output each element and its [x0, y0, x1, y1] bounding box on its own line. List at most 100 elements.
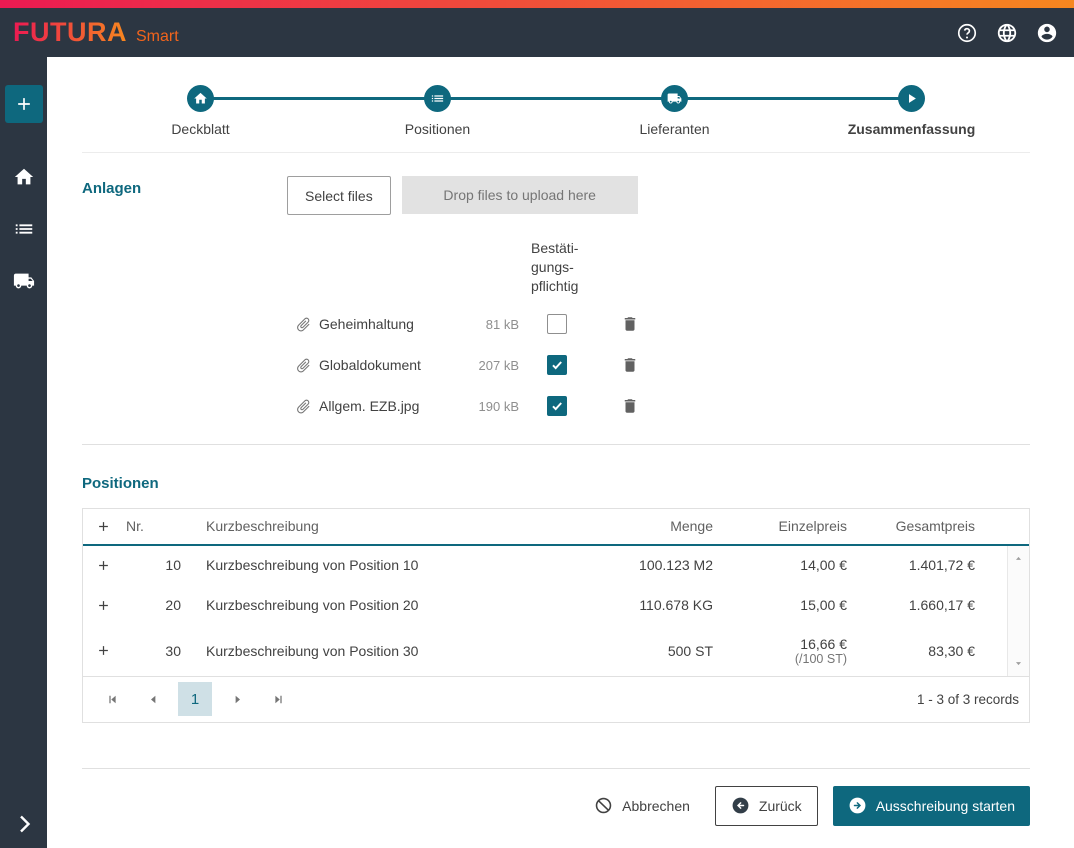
arrow-left-circle-icon: [731, 796, 750, 815]
position-total-price: 83,30 €: [879, 643, 1007, 659]
delete-attachment-button[interactable]: [621, 397, 639, 415]
sidebar-item-suppliers[interactable]: [9, 267, 39, 295]
column-header-quantity[interactable]: Menge: [595, 518, 745, 534]
expand-row-button[interactable]: [96, 558, 111, 573]
person-icon: [1036, 22, 1058, 44]
attachment-row: Geheimhaltung 81 kB: [295, 304, 1030, 345]
sidebar-item-positions[interactable]: [9, 215, 39, 243]
submit-label: Ausschreibung starten: [876, 798, 1015, 814]
help-button[interactable]: [956, 22, 978, 44]
position-nr: 20: [123, 597, 187, 613]
attachment-list: Bestäti- gungs- pflichtig Geheimhaltung …: [295, 239, 1030, 427]
confirm-required-checkbox[interactable]: [547, 396, 567, 416]
position-quantity: 500 ST: [595, 643, 745, 659]
app-logo: FUTURA: [13, 17, 127, 48]
position-row: 30 Kurzbeschreibung von Position 30 500 …: [83, 626, 1007, 676]
select-files-button[interactable]: Select files: [287, 176, 391, 215]
sidebar-nav: [9, 163, 39, 295]
truck-icon: [667, 91, 682, 106]
paperclip-icon: [295, 316, 319, 333]
truck-icon: [13, 270, 35, 292]
attachments-section: Anlagen Select files Drop files to uploa…: [82, 176, 1030, 427]
attachment-row: Globaldokument 207 kB: [295, 345, 1030, 386]
sidebar: [0, 57, 47, 848]
position-nr: 30: [123, 643, 187, 659]
home-icon: [13, 166, 35, 188]
brand-gradient-strip: [0, 0, 1074, 8]
sidebar-item-new[interactable]: [5, 85, 43, 123]
confirm-required-column-header: Bestäti- gungs- pflichtig: [519, 239, 595, 296]
arrow-right-circle-icon: [848, 796, 867, 815]
attachment-name: Globaldokument: [319, 357, 459, 373]
position-nr: 10: [123, 557, 187, 573]
stepper-divider: [82, 152, 1030, 153]
step-label: Lieferanten: [639, 121, 709, 137]
step-label: Zusammenfassung: [848, 121, 976, 137]
step-label: Deckblatt: [171, 121, 229, 137]
delete-attachment-button[interactable]: [621, 356, 639, 374]
stepper-step-deckblatt[interactable]: Deckblatt: [82, 85, 319, 137]
stepper-step-lieferanten[interactable]: Lieferanten: [556, 85, 793, 137]
back-label: Zurück: [759, 798, 802, 814]
page-1-button[interactable]: 1: [178, 682, 212, 716]
positions-table-body: 10 Kurzbeschreibung von Position 10 100.…: [83, 546, 1029, 676]
position-unit-price: 16,66 €: [800, 636, 847, 652]
column-header-total-price[interactable]: Gesamtpreis: [879, 518, 1007, 534]
position-quantity: 110.678 KG: [595, 597, 745, 613]
plus-icon: [96, 558, 111, 573]
expand-all-button[interactable]: [96, 519, 111, 534]
attachment-size: 81 kB: [459, 317, 519, 332]
language-button[interactable]: [996, 22, 1018, 44]
last-page-button[interactable]: [262, 683, 294, 715]
table-pagination: 1 1 - 3 of 3 records: [83, 676, 1029, 722]
table-scrollbar[interactable]: [1007, 546, 1029, 676]
trash-icon: [621, 356, 639, 374]
first-page-button[interactable]: [96, 683, 128, 715]
attachments-title: Anlagen: [82, 176, 287, 197]
header-actions: [956, 22, 1058, 44]
main-content: Deckblatt Positionen Lieferanten Zusamme…: [47, 57, 1074, 848]
plus-icon: [96, 643, 111, 658]
cancel-button[interactable]: Abbrechen: [594, 796, 690, 815]
column-header-unit-price[interactable]: Einzelpreis: [745, 518, 879, 534]
stepper-step-zusammenfassung[interactable]: Zusammenfassung: [793, 85, 1030, 137]
column-header-description[interactable]: Kurzbeschreibung: [187, 518, 595, 534]
first-page-icon: [105, 692, 120, 707]
prev-page-icon: [146, 692, 161, 707]
footer-divider: [82, 768, 1030, 769]
trash-icon: [621, 397, 639, 415]
wizard-stepper: Deckblatt Positionen Lieferanten Zusamme…: [82, 85, 1030, 137]
position-description: Kurzbeschreibung von Position 30: [187, 643, 595, 659]
paperclip-icon: [295, 357, 319, 374]
paperclip-icon: [295, 398, 319, 415]
account-button[interactable]: [1036, 22, 1058, 44]
plus-icon: [96, 519, 111, 534]
next-page-button[interactable]: [221, 683, 253, 715]
stepper-step-positionen[interactable]: Positionen: [319, 85, 556, 137]
section-divider: [82, 444, 1030, 445]
sidebar-expand-button[interactable]: [12, 812, 36, 836]
file-drop-zone[interactable]: Drop files to upload here: [402, 176, 638, 214]
expand-row-button[interactable]: [96, 598, 111, 613]
sidebar-item-home[interactable]: [9, 163, 39, 191]
position-row: 10 Kurzbeschreibung von Position 10 100.…: [83, 546, 1007, 585]
attachment-size: 207 kB: [459, 358, 519, 373]
check-icon: [550, 399, 564, 413]
trash-icon: [621, 315, 639, 333]
delete-attachment-button[interactable]: [621, 315, 639, 333]
cancel-label: Abbrechen: [622, 798, 690, 814]
column-header-nr[interactable]: Nr.: [123, 518, 187, 534]
chevron-right-icon: [12, 812, 36, 836]
attachment-name: Geheimhaltung: [319, 316, 459, 332]
position-description: Kurzbeschreibung von Position 10: [187, 557, 595, 573]
confirm-required-checkbox[interactable]: [547, 355, 567, 375]
attachment-row: Allgem. EZB.jpg 190 kB: [295, 386, 1030, 427]
expand-row-button[interactable]: [96, 643, 111, 658]
position-description: Kurzbeschreibung von Position 20: [187, 597, 595, 613]
prev-page-button[interactable]: [137, 683, 169, 715]
records-count-label: 1 - 3 of 3 records: [917, 692, 1019, 707]
back-button[interactable]: Zurück: [715, 786, 818, 826]
confirm-required-checkbox[interactable]: [547, 314, 567, 334]
attachment-name: Allgem. EZB.jpg: [319, 398, 459, 414]
start-tender-button[interactable]: Ausschreibung starten: [833, 786, 1030, 826]
